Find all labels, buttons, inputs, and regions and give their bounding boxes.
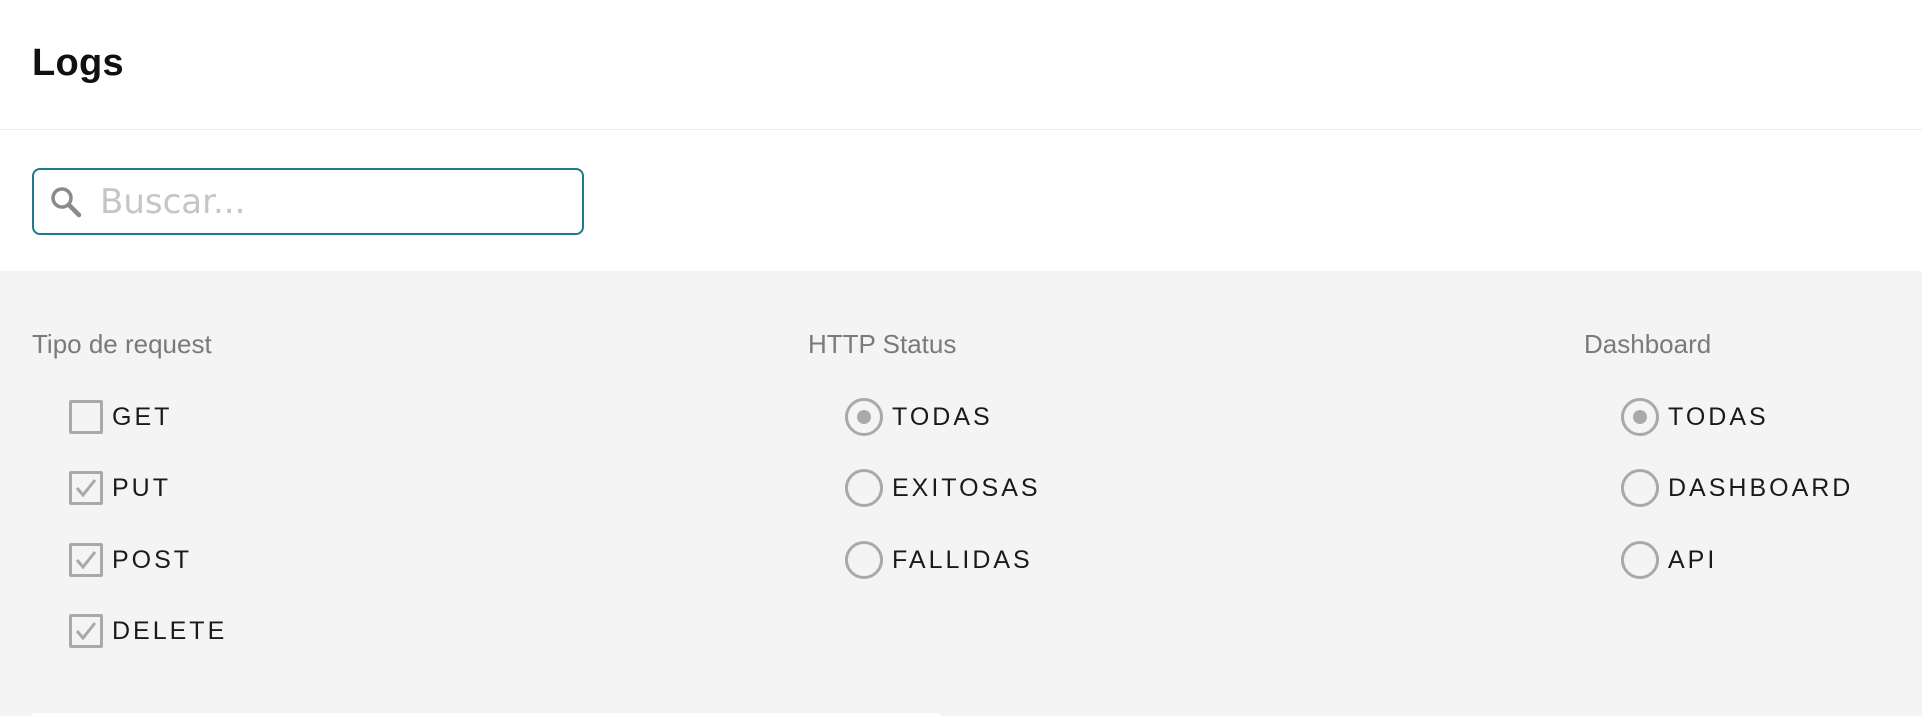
http-status-title: HTTP Status (808, 329, 957, 359)
checkbox-box[interactable] (69, 400, 103, 434)
checkbox-put[interactable]: PUT (69, 471, 171, 505)
search-area (0, 130, 1922, 271)
checkbox-label: GET (112, 402, 173, 431)
search-input[interactable] (98, 170, 582, 233)
checkbox-post[interactable]: POST (69, 543, 192, 577)
checkbox-get[interactable]: GET (69, 400, 172, 434)
checkbox-box[interactable] (69, 471, 103, 505)
radio-button[interactable] (845, 469, 883, 507)
radio-label: EXITOSAS (892, 473, 1041, 502)
radio-button[interactable] (845, 541, 883, 579)
page-title: Logs (32, 42, 124, 84)
radio-dashboard-todas[interactable]: TODAS (1621, 398, 1769, 436)
radio-status-fallidas[interactable]: FALLIDAS (845, 541, 1033, 579)
radio-label: TODAS (1668, 402, 1769, 431)
filters-panel: Tipo de request GET PUT POST DELETE HTTP (0, 271, 1922, 716)
checkbox-label: POST (112, 545, 193, 574)
search-box[interactable] (32, 168, 584, 235)
radio-button[interactable] (845, 398, 883, 436)
request-type-title: Tipo de request (32, 329, 212, 359)
checkbox-label: PUT (112, 473, 171, 502)
radio-label: DASHBOARD (1668, 473, 1854, 502)
radio-status-exitosas[interactable]: EXITOSAS (845, 469, 1041, 507)
radio-button[interactable] (1621, 469, 1659, 507)
radio-button[interactable] (1621, 398, 1659, 436)
radio-dashboard-api[interactable]: API (1621, 541, 1717, 579)
checkmark-icon (75, 479, 97, 498)
radio-label: TODAS (892, 402, 993, 431)
radio-selected-dot (857, 410, 871, 424)
checkmark-icon (75, 551, 97, 570)
checkbox-delete[interactable]: DELETE (69, 614, 227, 648)
checkbox-label: DELETE (112, 616, 228, 645)
radio-label: FALLIDAS (892, 545, 1033, 574)
page-header: Logs (0, 0, 1922, 130)
radio-dashboard-dashboard[interactable]: DASHBOARD (1621, 469, 1853, 507)
radio-button[interactable] (1621, 541, 1659, 579)
checkbox-box[interactable] (69, 614, 103, 648)
radio-label: API (1668, 545, 1718, 574)
search-icon (48, 184, 84, 220)
checkbox-box[interactable] (69, 543, 103, 577)
radio-status-todas[interactable]: TODAS (845, 398, 993, 436)
dashboard-title: Dashboard (1584, 329, 1712, 359)
checkmark-icon (75, 622, 97, 641)
radio-selected-dot (1633, 410, 1647, 424)
